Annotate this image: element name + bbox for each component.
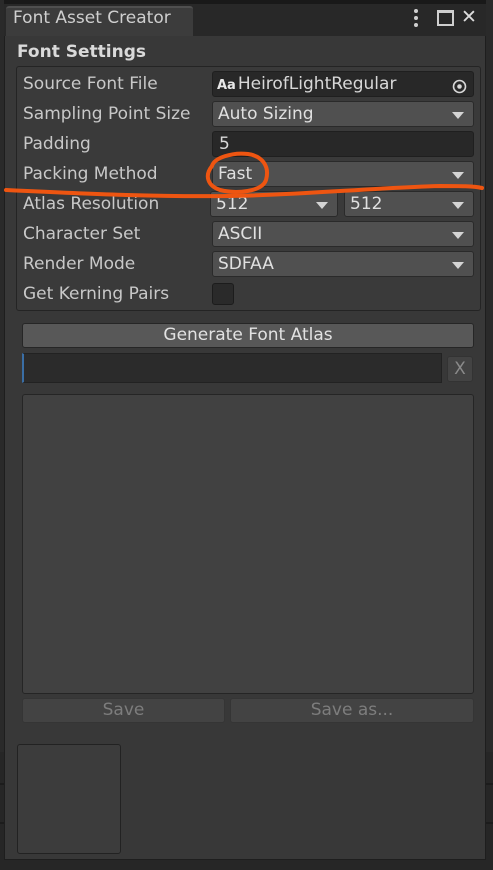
kebab-menu-icon[interactable] (411, 8, 421, 28)
padding-label: Padding (23, 134, 91, 154)
chevron-down-icon (452, 232, 464, 239)
save-as-button[interactable]: Save as... (230, 698, 474, 723)
close-icon[interactable]: ✕ (461, 5, 477, 29)
atlas-width-value: 512 (216, 194, 249, 214)
circle-target-icon[interactable] (452, 77, 467, 101)
window-title: Font Asset Creator (13, 8, 171, 28)
sampling-point-size-label: Sampling Point Size (23, 104, 191, 124)
chevron-down-icon (452, 112, 464, 119)
padding-input[interactable]: 5 (212, 131, 474, 157)
sampling-point-size-value: Auto Sizing (218, 104, 314, 124)
source-font-file-label: Source Font File (23, 74, 158, 94)
source-font-file-value: HeirofLightRegular (237, 74, 397, 94)
packing-method-value: Fast (218, 164, 253, 184)
chevron-down-icon (452, 262, 464, 269)
chevron-down-icon (452, 172, 464, 179)
output-log-area[interactable] (22, 394, 474, 694)
section-title-font-settings: Font Settings (17, 42, 146, 62)
packing-method-dropdown[interactable]: Fast (212, 161, 474, 187)
editor-frame-right (486, 0, 493, 870)
render-mode-dropdown[interactable]: SDFAA (212, 251, 474, 277)
progress-bar (22, 353, 442, 383)
generate-font-atlas-button[interactable]: Generate Font Atlas (22, 323, 474, 348)
sampling-point-size-dropdown[interactable]: Auto Sizing (212, 101, 474, 127)
save-button[interactable]: Save (22, 698, 225, 723)
get-kerning-pairs-checkbox[interactable] (212, 283, 234, 305)
character-set-value: ASCII (218, 224, 263, 244)
packing-method-label: Packing Method (23, 164, 158, 184)
get-kerning-pairs-label: Get Kerning Pairs (23, 284, 170, 304)
atlas-height-value: 512 (350, 194, 383, 214)
render-mode-value: SDFAA (218, 254, 274, 274)
atlas-height-dropdown[interactable]: 512 (344, 191, 474, 217)
source-font-file-field[interactable]: Aa HeirofLightRegular (212, 71, 474, 97)
render-mode-label: Render Mode (23, 254, 136, 274)
atlas-width-dropdown[interactable]: 512 (210, 191, 338, 217)
character-set-label: Character Set (23, 224, 141, 244)
chevron-down-icon (452, 202, 464, 209)
clear-button[interactable]: X (447, 356, 473, 382)
chevron-down-icon (316, 202, 328, 209)
character-set-dropdown[interactable]: ASCII (212, 221, 474, 247)
font-asset-icon: Aa (217, 78, 236, 93)
atlas-resolution-label: Atlas Resolution (23, 194, 160, 214)
atlas-preview (17, 744, 121, 854)
maximize-icon[interactable] (437, 10, 454, 26)
